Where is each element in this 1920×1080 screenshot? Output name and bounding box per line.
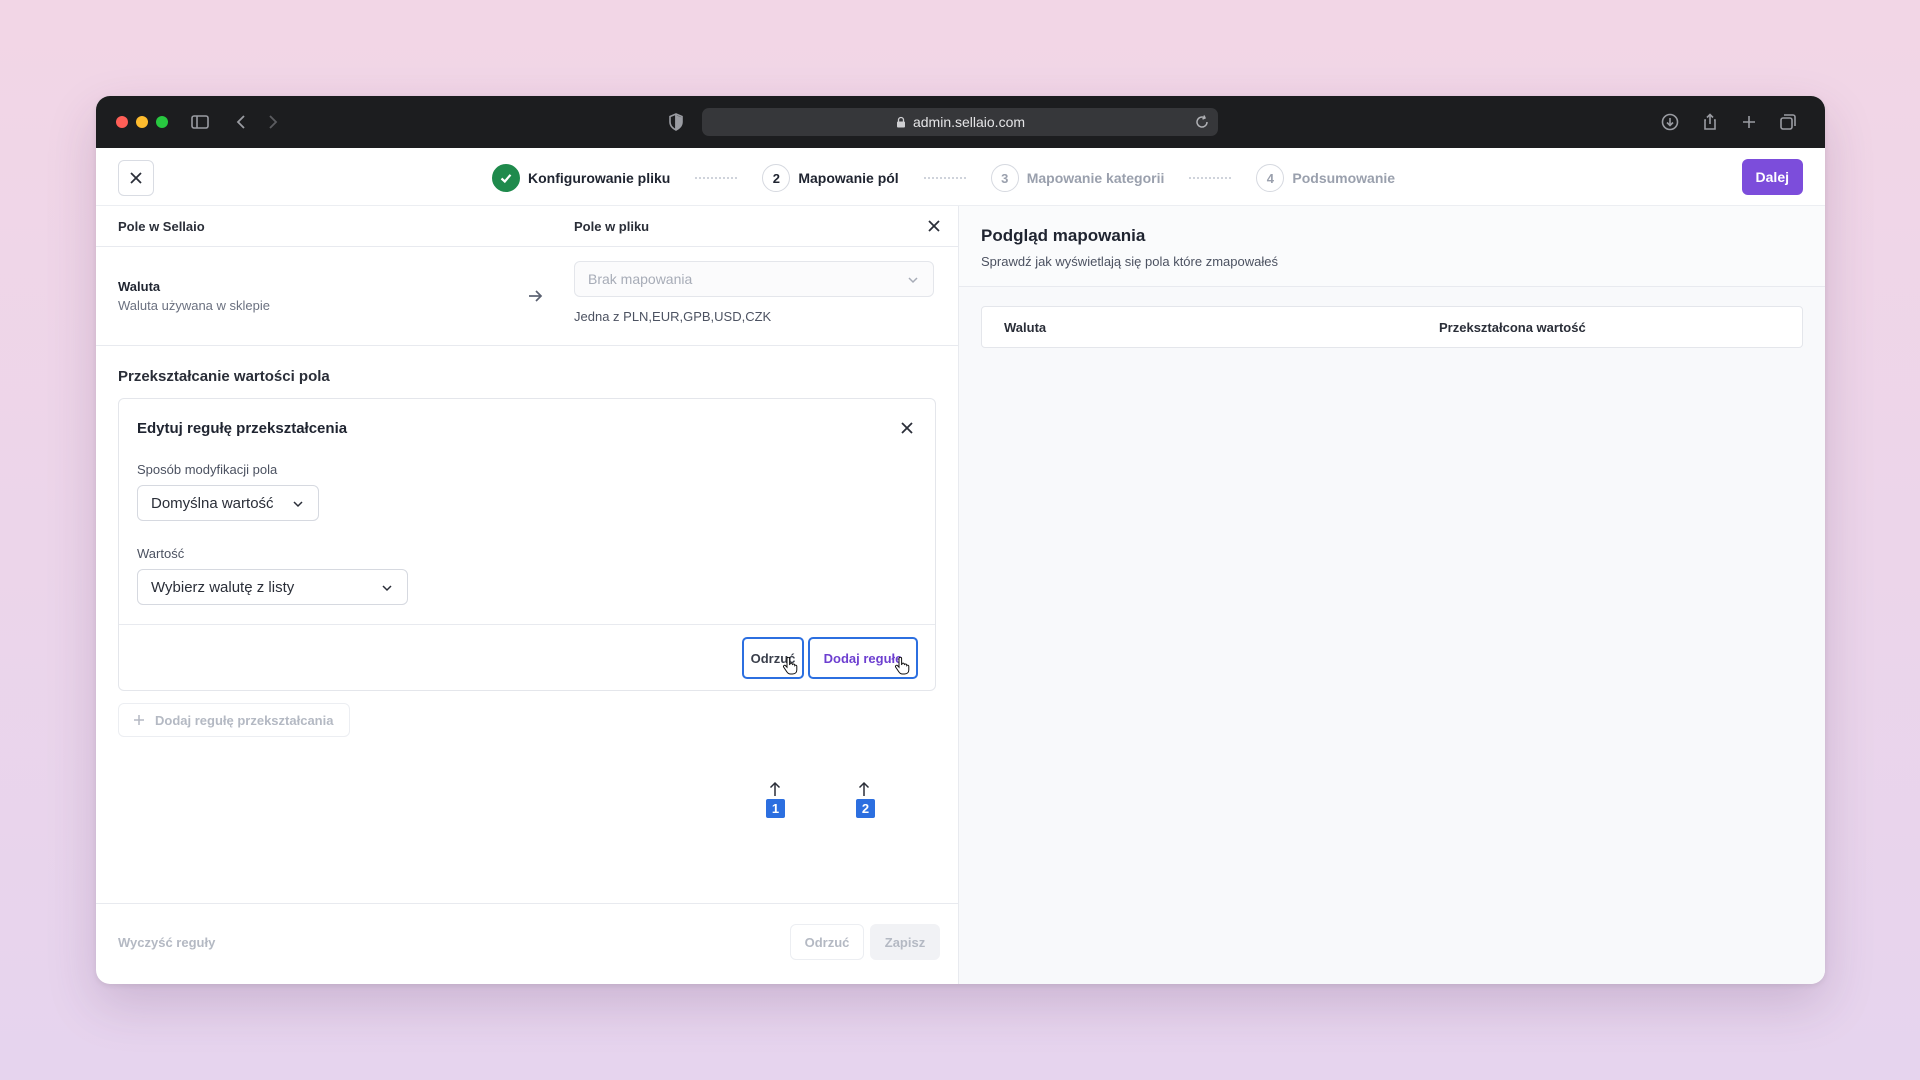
step-number: 2 — [762, 164, 791, 192]
hand-cursor-icon — [895, 657, 910, 675]
sidebar-toggle-icon[interactable] — [190, 112, 210, 132]
step-label: Podsumowanie — [1292, 170, 1396, 186]
step-configure-file[interactable]: Konfigurowanie pliku — [492, 164, 670, 192]
step-summary[interactable]: 4 Podsumowanie — [1256, 164, 1395, 192]
value-label: Wartość — [137, 546, 185, 561]
step-label: Mapowanie pól — [798, 170, 899, 186]
preview-col-transformed: Przekształcona wartość — [1439, 320, 1586, 335]
address-bar[interactable]: admin.sellaio.com — [702, 108, 1218, 136]
preview-subtitle: Sprawdź jak wyświetlają się pola które z… — [981, 254, 1278, 269]
browser-window: admin.sellaio.com Konfigurowanie pliku 2… — [96, 96, 1825, 984]
save-button[interactable]: Zapisz — [870, 924, 940, 960]
editor-footer: Wyczyść reguły Odrzuć Zapisz — [96, 903, 958, 984]
chevron-down-icon — [908, 277, 918, 284]
field-description: Waluta używana w sklepie — [118, 298, 270, 313]
step-number: 4 — [1256, 164, 1285, 192]
chevron-down-icon — [382, 585, 392, 592]
transform-section-title: Przekształcanie wartości pola — [118, 368, 330, 385]
chevron-down-icon — [293, 501, 303, 508]
step-separator — [923, 177, 966, 179]
window-controls — [116, 116, 168, 128]
step-separator — [1189, 177, 1232, 179]
file-field-select[interactable]: Brak mapowania — [574, 261, 934, 297]
clear-rules-link[interactable]: Wyczyść reguły — [118, 935, 215, 950]
mapping-row-currency: Waluta Waluta używana w sklepie Brak map… — [96, 247, 958, 346]
minimize-window-button[interactable] — [136, 116, 148, 128]
close-icon[interactable] — [899, 420, 915, 436]
add-transform-rule-button[interactable]: Dodaj regułę przekształcania — [118, 703, 350, 737]
new-tab-icon[interactable] — [1739, 112, 1759, 132]
close-icon — [130, 172, 142, 184]
currency-select[interactable]: Wybierz walutę z listy — [137, 569, 408, 605]
mode-label: Sposób modyfikacji pola — [137, 462, 278, 477]
discard-label: Odrzuć — [804, 934, 850, 950]
check-icon — [492, 164, 520, 192]
mapping-editor-panel: Pole w Sellaio Pole w pliku Waluta Walut… — [96, 206, 959, 984]
step-label: Mapowanie kategorii — [1026, 170, 1165, 186]
privacy-shield-icon[interactable] — [666, 112, 686, 132]
add-transform-rule-label: Dodaj regułę przekształcania — [155, 712, 334, 728]
close-icon[interactable] — [926, 218, 942, 234]
preview-col-currency: Waluta — [1004, 320, 1047, 335]
annotation-marker-1: 1 — [766, 799, 785, 818]
browser-toolbar: admin.sellaio.com — [96, 96, 1825, 148]
close-window-button[interactable] — [116, 116, 128, 128]
save-label: Zapisz — [884, 934, 926, 950]
mode-select[interactable]: Domyślna wartość — [137, 485, 319, 521]
edit-rule-actions: Odrzuć Dodaj regułę — [119, 624, 935, 691]
arrow-right-icon — [529, 290, 543, 302]
step-separator — [695, 177, 738, 179]
plus-icon — [134, 715, 144, 725]
preview-header: Podgląd mapowania Sprawdź jak wyświetlaj… — [959, 206, 1825, 287]
downloads-icon[interactable] — [1660, 112, 1680, 132]
next-button[interactable]: Dalej — [1741, 159, 1803, 195]
step-number: 3 — [990, 164, 1019, 192]
preview-title: Podgląd mapowania — [981, 226, 1146, 245]
mapping-table-header: Pole w Sellaio Pole w pliku — [96, 206, 958, 247]
mode-value: Domyślna wartość — [151, 494, 274, 512]
file-field-placeholder: Brak mapowania — [588, 271, 693, 287]
add-rule-label: Dodaj regułę — [823, 650, 903, 666]
hand-cursor-icon — [783, 657, 798, 675]
annotation-marker-2: 2 — [856, 799, 875, 818]
preview-table-header: Waluta Przekształcona wartość — [981, 306, 1803, 348]
step-label: Konfigurowanie pliku — [528, 170, 671, 186]
share-icon[interactable] — [1700, 112, 1720, 132]
file-field-hint: Jedna z PLN,EUR,GPB,USD,CZK — [574, 309, 772, 324]
edit-rule-card: Edytuj regułę przekształcenia Sposób mod… — [118, 398, 936, 691]
currency-placeholder: Wybierz walutę z listy — [151, 578, 295, 596]
step-field-mapping[interactable]: 2 Mapowanie pól — [762, 164, 899, 192]
close-wizard-button[interactable] — [118, 160, 154, 196]
mapping-preview-panel: Podgląd mapowania Sprawdź jak wyświetlaj… — [959, 206, 1825, 984]
col-sellaio-field: Pole w Sellaio — [118, 219, 205, 234]
marker-arrow-icon — [769, 781, 781, 796]
url-text: admin.sellaio.com — [912, 114, 1026, 130]
back-icon[interactable] — [232, 112, 252, 132]
maximize-window-button[interactable] — [156, 116, 168, 128]
wizard-stepper: Konfigurowanie pliku 2 Mapowanie pól 3 M… — [492, 163, 1395, 193]
edit-rule-title: Edytuj regułę przekształcenia — [137, 420, 348, 437]
discard-button[interactable]: Odrzuć — [790, 924, 864, 960]
field-name: Waluta — [118, 279, 161, 294]
reload-icon[interactable] — [1194, 114, 1210, 130]
step-category-mapping[interactable]: 3 Mapowanie kategorii — [990, 164, 1165, 192]
col-file-field: Pole w pliku — [574, 219, 650, 234]
marker-arrow-icon — [858, 781, 870, 796]
forward-icon[interactable] — [262, 112, 282, 132]
tab-overview-icon[interactable] — [1778, 112, 1798, 132]
lock-icon — [896, 116, 905, 128]
wizard-header: Konfigurowanie pliku 2 Mapowanie pól 3 M… — [96, 148, 1825, 206]
